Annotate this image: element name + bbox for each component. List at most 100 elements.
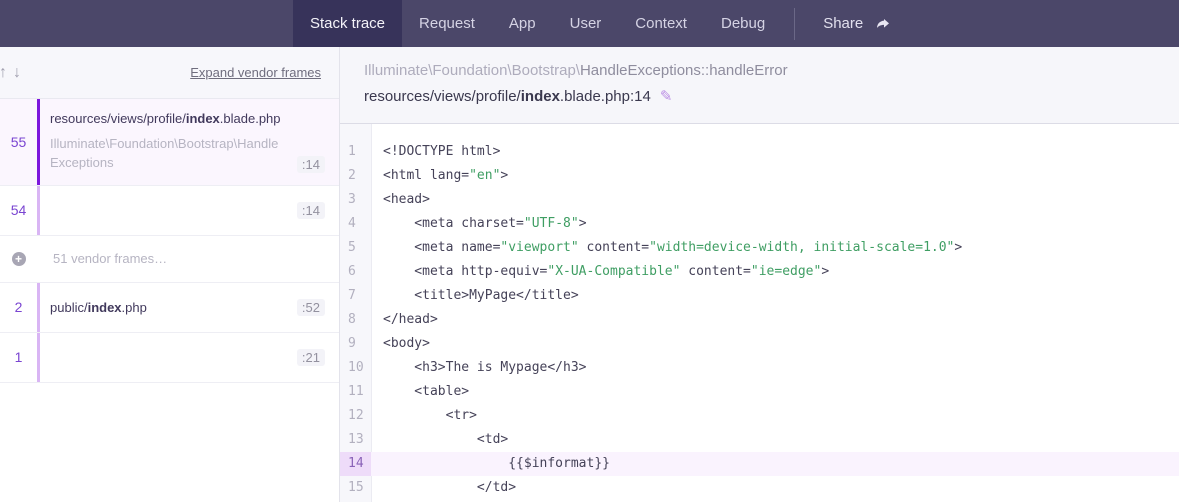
class-method: HandleExceptions::handleError [580, 62, 788, 79]
frame-class-path: Illuminate\Foundation\Bootstrap\HandleEx… [364, 62, 1179, 79]
nav-tabs: Stack traceRequestAppUserContextDebug [293, 0, 782, 47]
line-number-badge: :14 [297, 202, 325, 219]
code-lines: 1<!DOCTYPE html>2<html lang="en">3<head>… [340, 140, 1179, 500]
tab-context[interactable]: Context [618, 0, 704, 47]
line-number: 11 [340, 380, 371, 404]
line-number: 8 [340, 308, 371, 332]
code-line: 7 <title>MyPage</title> [340, 284, 1179, 308]
frame-content: resources/views/profile/index.blade.php I… [40, 99, 339, 185]
code-line: 6 <meta http-equiv="X-UA-Compatible" con… [340, 260, 1179, 284]
top-nav: Stack traceRequestAppUserContextDebug Sh… [0, 0, 1179, 47]
frame-file: public/index.php [50, 300, 147, 315]
frame-file-path: resources/views/profile/index.blade.php:… [364, 87, 1179, 105]
frame-file: resources/views/profile/index.blade.php [50, 111, 325, 126]
line-number: 5 [340, 236, 371, 260]
code-line: 1<!DOCTYPE html> [340, 140, 1179, 164]
frame-number: 1 [0, 333, 37, 382]
frame-meta: Illuminate\Foundation\Bootstrap\HandleEx… [50, 135, 325, 173]
line-content: </td> [371, 476, 516, 500]
frame-class: Illuminate\Foundation\Bootstrap\HandleEx… [50, 135, 282, 173]
line-number-badge: :21 [297, 349, 325, 366]
line-number: 13 [340, 428, 371, 452]
line-number-badge: :14 [297, 156, 325, 173]
tab-stack-trace[interactable]: Stack trace [293, 0, 402, 47]
share-button[interactable]: Share [807, 0, 908, 47]
share-icon [874, 16, 892, 32]
frame-content: :21 [40, 333, 339, 382]
line-content: </head> [371, 308, 438, 332]
frame-up-icon[interactable]: ↑ [0, 64, 10, 82]
line-number: 7 [340, 284, 371, 308]
line-content: <meta name="viewport" content="width=dev… [371, 236, 962, 260]
line-content: <meta http-equiv="X-UA-Compatible" conte… [371, 260, 829, 284]
plus-circle-icon[interactable]: + [12, 252, 26, 266]
code-line: 10 <h3>The is Mypage</h3> [340, 356, 1179, 380]
vendor-frames-label: 51 vendor frames… [37, 251, 167, 266]
class-prefix: Illuminate\Foundation\Bootstrap\ [364, 62, 580, 79]
frame-header: Illuminate\Foundation\Bootstrap\HandleEx… [340, 47, 1179, 124]
stack-frame-1[interactable]: 1 :21 [0, 333, 339, 383]
frame-list: 55resources/views/profile/index.blade.ph… [0, 99, 339, 383]
code-line: 8</head> [340, 308, 1179, 332]
frame-content: public/index.php :52 [40, 283, 339, 332]
edit-pencil-icon[interactable]: ✎ [660, 88, 673, 105]
vendor-frames-row[interactable]: +51 vendor frames… [0, 236, 339, 283]
line-number-badge: :52 [297, 299, 325, 316]
line-number: 4 [340, 212, 371, 236]
main-panel: Illuminate\Foundation\Bootstrap\HandleEx… [340, 47, 1179, 502]
frame-nav-arrows: ↑ ↓ [0, 64, 24, 82]
line-content: <html lang="en"> [371, 164, 508, 188]
expand-vendor-frames-link[interactable]: Expand vendor frames [190, 65, 321, 80]
expand-icon-cell: + [0, 252, 37, 266]
line-number: 15 [340, 476, 371, 500]
share-label: Share [823, 15, 863, 32]
sidebar-toolbar: ↑ ↓ Expand vendor frames [0, 47, 339, 99]
code-line: 15 </td> [340, 476, 1179, 500]
frame-number: 2 [0, 283, 37, 332]
line-content: <title>MyPage</title> [371, 284, 579, 308]
content-layout: ↑ ↓ Expand vendor frames 55resources/vie… [0, 47, 1179, 502]
tab-debug[interactable]: Debug [704, 0, 782, 47]
line-number: 2 [340, 164, 371, 188]
stack-frame-55[interactable]: 55resources/views/profile/index.blade.ph… [0, 99, 339, 186]
file-suffix: .blade.php:14 [560, 88, 651, 105]
line-content: <meta charset="UTF-8"> [371, 212, 587, 236]
line-content: <!DOCTYPE html> [371, 140, 500, 164]
tab-user[interactable]: User [553, 0, 619, 47]
line-number: 3 [340, 188, 371, 212]
code-line: 5 <meta name="viewport" content="width=d… [340, 236, 1179, 260]
line-number: 14 [340, 452, 371, 476]
code-line: 9<body> [340, 332, 1179, 356]
line-content: {{$informat}} [371, 452, 610, 476]
line-content: <tr> [371, 404, 477, 428]
frame-down-icon[interactable]: ↓ [10, 64, 24, 82]
frame-number: 54 [0, 186, 37, 235]
code-line: 2<html lang="en"> [340, 164, 1179, 188]
line-content: <head> [371, 188, 430, 212]
frame-number: 55 [0, 99, 37, 185]
line-number: 1 [340, 140, 371, 164]
stack-frame-54[interactable]: 54 :14 [0, 186, 339, 236]
tab-app[interactable]: App [492, 0, 553, 47]
stack-frames-sidebar: ↑ ↓ Expand vendor frames 55resources/vie… [0, 47, 340, 502]
nav-separator [794, 8, 795, 40]
line-content: <body> [371, 332, 430, 356]
tab-request[interactable]: Request [402, 0, 492, 47]
line-number: 6 [340, 260, 371, 284]
frame-content: :14 [40, 186, 339, 235]
code-line-highlighted: 14 {{$informat}} [340, 452, 1179, 476]
stack-frame-2[interactable]: 2 public/index.php :52 [0, 283, 339, 333]
line-content: <table> [371, 380, 469, 404]
line-number: 10 [340, 356, 371, 380]
file-prefix: resources/views/profile/ [364, 88, 521, 105]
code-line: 12 <tr> [340, 404, 1179, 428]
line-number: 9 [340, 332, 371, 356]
line-content: <h3>The is Mypage</h3> [371, 356, 587, 380]
code-line: 13 <td> [340, 428, 1179, 452]
line-content: <td> [371, 428, 508, 452]
code-line: 3<head> [340, 188, 1179, 212]
file-name: index [521, 88, 560, 105]
code-viewer: 1<!DOCTYPE html>2<html lang="en">3<head>… [340, 124, 1179, 502]
code-line: 4 <meta charset="UTF-8"> [340, 212, 1179, 236]
code-line: 11 <table> [340, 380, 1179, 404]
